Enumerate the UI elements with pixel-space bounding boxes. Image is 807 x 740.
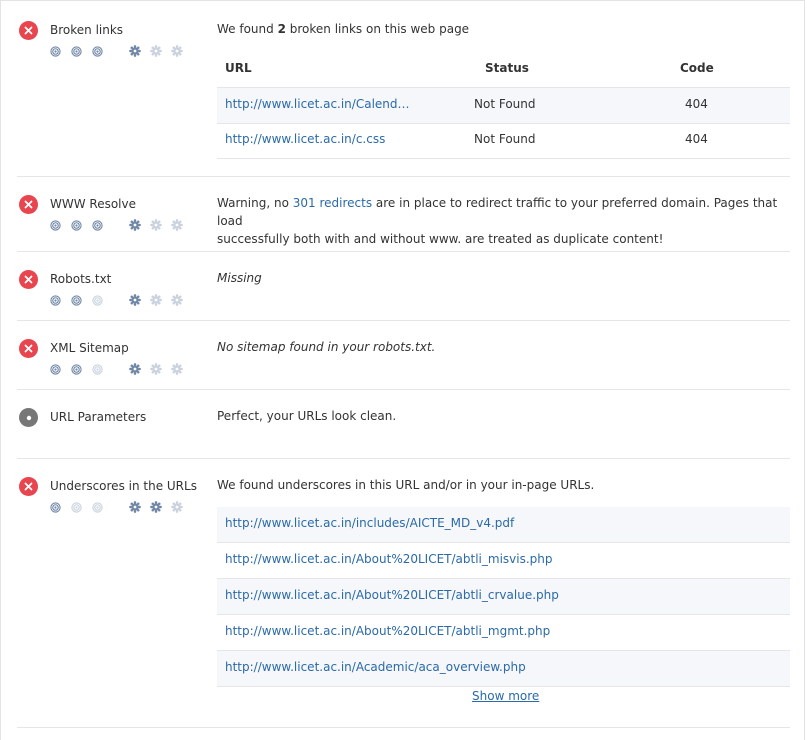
error-icon: [19, 477, 38, 496]
list-item: http://www.licet.ac.in/About%20LICET/abt…: [217, 543, 790, 579]
importance-icon: [71, 45, 82, 57]
underscore-url-link[interactable]: http://www.licet.ac.in/Academic/aca_over…: [225, 660, 526, 674]
difficulty-gear-icon: [150, 294, 162, 306]
message-text: successfully both with and without www. …: [217, 232, 664, 246]
error-icon: [19, 339, 38, 358]
check-title: XML Sitemap: [50, 341, 129, 355]
underscore-url-link[interactable]: http://www.licet.ac.in/About%20LICET/abt…: [225, 588, 559, 602]
difficulty-gear-icon: [129, 219, 141, 231]
difficulty-gear-icon: [171, 219, 183, 231]
status-cell: Not Found: [474, 97, 536, 111]
difficulty-gear-icon: [171, 501, 183, 513]
meters: [50, 219, 192, 231]
difficulty-gear-icon: [129, 501, 141, 513]
sitemap-message: No sitemap found in your robots.txt.: [217, 340, 436, 354]
importance-icon: [50, 501, 61, 513]
meters: [50, 294, 192, 306]
importance-icon: [92, 219, 103, 231]
www-resolve-message: Warning, no 301 redirects are in place t…: [217, 194, 790, 248]
show-more-link[interactable]: Show more: [472, 689, 539, 703]
neutral-status-icon: [19, 408, 38, 427]
importance-icon: [71, 501, 82, 513]
broken-url-link[interactable]: http://www.licet.ac.in/c.css: [225, 132, 385, 146]
importance-icon: [71, 294, 82, 306]
importance-icon: [92, 294, 103, 306]
error-icon: [19, 270, 38, 289]
check-title: Robots.txt: [50, 272, 112, 286]
code-cell: 404: [685, 97, 708, 111]
importance-icon: [92, 363, 103, 375]
underscore-url-link[interactable]: http://www.licet.ac.in/About%20LICET/abt…: [225, 552, 553, 566]
importance-icon: [50, 294, 61, 306]
underscores-message: We found underscores in this URL and/or …: [217, 478, 595, 492]
summary-count: 2: [277, 22, 286, 36]
robots-message: Missing: [217, 271, 262, 285]
importance-icon: [50, 363, 61, 375]
check-title: URL Parameters: [50, 410, 147, 424]
301-redirects-link[interactable]: 301 redirects: [293, 196, 372, 210]
difficulty-gear-icon: [150, 45, 162, 57]
broken-url-link[interactable]: http://www.licet.ac.in/Calend…: [225, 97, 410, 111]
meters: [50, 501, 192, 513]
underscore-url-link[interactable]: http://www.licet.ac.in/About%20LICET/abt…: [225, 624, 550, 638]
importance-icon: [71, 363, 82, 375]
message-text: Warning, no: [217, 196, 293, 210]
list-item: http://www.licet.ac.in/About%20LICET/abt…: [217, 615, 790, 651]
check-title: WWW Resolve: [50, 197, 137, 211]
code-cell: 404: [685, 132, 708, 146]
check-www-resolve: WWW Resolve Warning, no 301 redirects ar…: [17, 177, 790, 252]
list-item: http://www.licet.ac.in/About%20LICET/abt…: [217, 579, 790, 615]
importance-icon: [92, 501, 103, 513]
difficulty-gear-icon: [129, 45, 141, 57]
importance-icon: [50, 45, 61, 57]
column-header-status: Status: [485, 61, 529, 75]
list-item: http://www.licet.ac.in/includes/AICTE_MD…: [217, 507, 790, 543]
difficulty-gear-icon: [171, 294, 183, 306]
list-item: http://www.licet.ac.in/Academic/aca_over…: [217, 651, 790, 687]
summary-suffix: broken links on this web page: [285, 22, 470, 36]
table-row: http://www.licet.ac.in/Calend… Not Found…: [217, 87, 790, 124]
meters: [50, 363, 192, 375]
status-cell: Not Found: [474, 132, 536, 146]
check-title: Underscores in the URLs: [50, 479, 197, 493]
check-xml-sitemap: XML Sitemap No sitemap found in your rob…: [17, 321, 790, 390]
difficulty-gear-icon: [129, 294, 141, 306]
difficulty-gear-icon: [150, 501, 162, 513]
difficulty-gear-icon: [129, 363, 141, 375]
column-header-url: URL: [225, 61, 252, 75]
summary-prefix: We found: [217, 22, 278, 36]
column-header-code: Code: [680, 61, 714, 75]
broken-links-summary: We found 2 broken links on this web page: [217, 20, 469, 38]
difficulty-gear-icon: [150, 363, 162, 375]
url-parameters-message: Perfect, your URLs look clean.: [217, 409, 397, 423]
check-url-parameters: URL Parameters Perfect, your URLs look c…: [17, 390, 790, 459]
check-title: Broken links: [50, 23, 124, 37]
importance-icon: [50, 219, 61, 231]
meters: [50, 45, 192, 57]
difficulty-gear-icon: [150, 219, 162, 231]
seo-report-panel: Broken links We found 2 broken links on …: [0, 0, 805, 740]
error-icon: [19, 21, 38, 40]
underscore-url-link[interactable]: http://www.licet.ac.in/includes/AICTE_MD…: [225, 516, 514, 530]
difficulty-gear-icon: [171, 45, 183, 57]
difficulty-gear-icon: [171, 363, 183, 375]
check-robots-txt: Robots.txt Missing: [17, 252, 790, 321]
importance-icon: [71, 219, 82, 231]
importance-icon: [92, 45, 103, 57]
error-icon: [19, 195, 38, 214]
table-row: http://www.licet.ac.in/c.css Not Found 4…: [217, 123, 790, 159]
check-broken-links: Broken links We found 2 broken links on …: [17, 1, 790, 177]
check-underscores: Underscores in the URLs We found undersc…: [17, 459, 790, 728]
